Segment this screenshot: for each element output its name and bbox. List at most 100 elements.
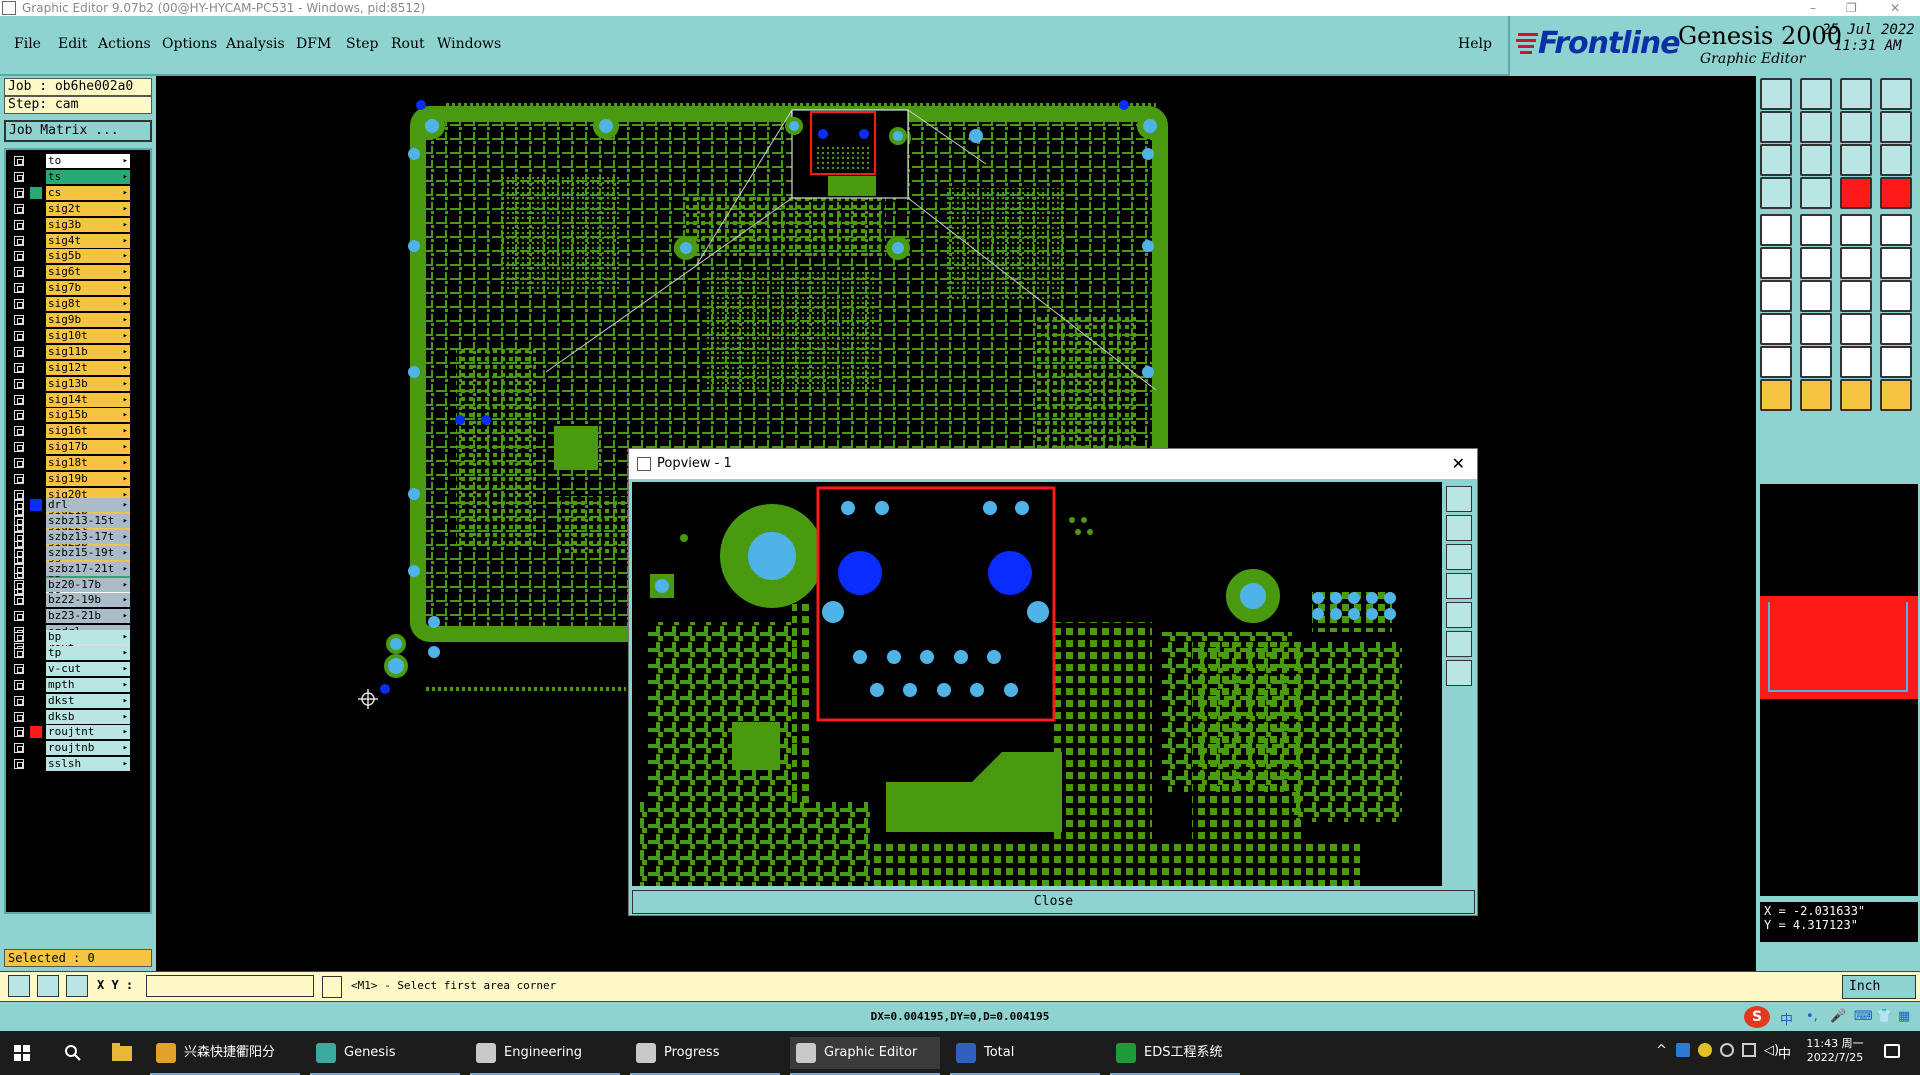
minimize-button[interactable]: – (1810, 0, 1816, 16)
layer-row-sig6t[interactable]: sig6t (10, 265, 130, 280)
layer-color-swatch[interactable] (30, 695, 42, 707)
layer-checkbox[interactable] (14, 500, 24, 510)
layer-name[interactable]: szbz15-19t (46, 545, 130, 560)
layer-row-bp[interactable]: bp (10, 630, 130, 644)
layer-color-swatch[interactable] (30, 758, 42, 770)
layer-color-swatch[interactable] (30, 394, 42, 406)
help-icon[interactable] (1880, 144, 1912, 176)
layer-color-swatch[interactable] (30, 250, 42, 262)
layer-color-swatch[interactable] (30, 515, 42, 527)
layer-name[interactable]: sig12t (46, 360, 130, 375)
layer-name[interactable]: sig14t (46, 392, 130, 407)
close-window-button[interactable]: ✕ (1890, 0, 1900, 16)
layer-name[interactable]: szbz13-15t (46, 513, 130, 528)
popview-zoom-area-icon[interactable] (1446, 631, 1472, 657)
popview-zoom-out-icon[interactable] (1446, 544, 1472, 570)
layer-row-sslsh[interactable]: sslsh (10, 757, 130, 772)
layer-checkbox[interactable] (14, 663, 24, 674)
layer-row-drl[interactable]: drl (10, 498, 130, 512)
layer-row-roujtnb[interactable]: roujtnb (10, 741, 130, 756)
layer-name[interactable]: dkst (46, 693, 130, 708)
layer-name[interactable]: v-cut (46, 661, 130, 676)
layer-name[interactable]: sig5b (46, 249, 130, 264)
layer-checkbox[interactable] (14, 203, 24, 214)
layout-icon[interactable] (1880, 78, 1912, 110)
layer-color-swatch[interactable] (30, 346, 42, 358)
file-explorer-icon[interactable] (112, 1043, 132, 1061)
menu-edit[interactable]: Edit (58, 36, 87, 52)
save-icon[interactable] (1800, 78, 1832, 110)
taskbar-app-6[interactable]: EDS工程系统 (1110, 1037, 1240, 1075)
node-icon[interactable] (1840, 247, 1872, 279)
layer-name[interactable]: bp (46, 630, 130, 644)
layer-name[interactable]: sig3b (46, 217, 130, 232)
zoom-right-icon[interactable] (1800, 111, 1832, 143)
menu-options[interactable]: Options (162, 36, 217, 52)
layer-name[interactable]: mpth (46, 677, 130, 692)
layer-checkbox[interactable] (14, 759, 24, 770)
layer-checkbox[interactable] (14, 695, 24, 706)
layer-row-dksb[interactable]: dksb (10, 709, 130, 724)
menu-windows[interactable]: Windows (437, 36, 501, 52)
layer-row-to[interactable]: to (10, 154, 130, 168)
layer-color-swatch[interactable] (30, 378, 42, 390)
arc-a-icon[interactable] (1840, 346, 1872, 378)
ime-keyboard-icon[interactable]: ⌨ (1854, 1009, 1873, 1024)
align-icon[interactable] (1840, 313, 1872, 345)
xy-input[interactable] (146, 975, 314, 997)
layer-checkbox[interactable] (14, 711, 24, 722)
layer-checkbox[interactable] (14, 458, 24, 469)
layer-row-sig7b[interactable]: sig7b (10, 281, 130, 296)
layer-checkbox[interactable] (14, 315, 24, 325)
windows-start-icon[interactable] (14, 1045, 30, 1061)
home-icon[interactable] (1840, 78, 1872, 110)
layer-name[interactable]: sig18t (46, 456, 130, 471)
layer-color-swatch[interactable] (30, 441, 42, 453)
line-icon[interactable] (1800, 214, 1832, 246)
layer-color-swatch[interactable] (30, 579, 42, 591)
menu-analysis[interactable]: Analysis (226, 36, 285, 52)
layer-checkbox[interactable] (14, 219, 24, 230)
layer-checkbox[interactable] (14, 474, 24, 484)
mode-tool-2-icon[interactable] (37, 975, 59, 997)
layer-name[interactable]: roujtnb (46, 741, 130, 756)
pointer-move-icon[interactable] (1840, 379, 1872, 411)
ime-skin-icon[interactable]: 👕 (1876, 1009, 1892, 1024)
layer-color-swatch[interactable] (30, 282, 42, 294)
layer-name[interactable]: sig15b (46, 408, 130, 423)
popview-close-button[interactable]: Close (632, 890, 1475, 914)
layer-color-swatch[interactable] (30, 330, 42, 342)
layer-checkbox[interactable] (14, 442, 24, 453)
layer-color-swatch[interactable] (30, 186, 42, 199)
layer-name[interactable]: sig11b (46, 344, 130, 359)
dot-icon[interactable] (1880, 214, 1912, 246)
layer-color-swatch[interactable] (30, 610, 42, 622)
layer-row-sig11b[interactable]: sig11b (10, 344, 130, 359)
delete-icon[interactable] (1800, 247, 1832, 279)
layer-checkbox[interactable] (14, 156, 24, 166)
layer-color-swatch[interactable] (30, 473, 42, 485)
arc-icon[interactable] (1880, 346, 1912, 378)
layer-checkbox[interactable] (14, 299, 24, 310)
layer-checkbox[interactable] (14, 515, 24, 526)
menu-dfm[interactable]: DFM (296, 36, 331, 52)
layer-row-szbz15-19t[interactable]: szbz15-19t (10, 545, 130, 560)
zoom-home-icon[interactable] (1840, 111, 1872, 143)
layer-color-swatch[interactable] (30, 663, 42, 675)
layer-checkbox[interactable] (14, 410, 24, 421)
layer-row-szbz13-15t[interactable]: szbz13-15t (10, 513, 130, 528)
slash-icon[interactable] (1800, 280, 1832, 312)
layer-checkbox[interactable] (14, 679, 24, 690)
layer-name[interactable]: roujtnt (46, 725, 130, 740)
layer-name[interactable]: sig17b (46, 440, 130, 455)
minus-icon[interactable] (1800, 313, 1832, 345)
layer-name[interactable]: sig4t (46, 233, 130, 248)
layer-color-swatch[interactable] (30, 219, 42, 231)
layer-checkbox[interactable] (14, 426, 24, 437)
group-icon[interactable] (1880, 313, 1912, 345)
layer-row-sig4t[interactable]: sig4t (10, 233, 130, 248)
layer-color-swatch[interactable] (30, 531, 42, 543)
layer-name[interactable]: sig2t (46, 201, 130, 216)
layer-name[interactable]: drl (46, 498, 130, 512)
layer-color-swatch[interactable] (30, 425, 42, 437)
